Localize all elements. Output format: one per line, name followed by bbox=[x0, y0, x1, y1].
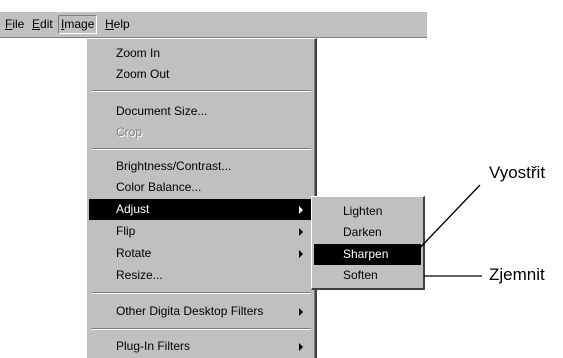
callout-line-sharpen bbox=[413, 184, 481, 255]
callout-label-sharpen: Vyostřit bbox=[489, 163, 546, 182]
callout-lines bbox=[413, 184, 482, 277]
callout-label-soften: Zjemnit bbox=[489, 265, 545, 284]
